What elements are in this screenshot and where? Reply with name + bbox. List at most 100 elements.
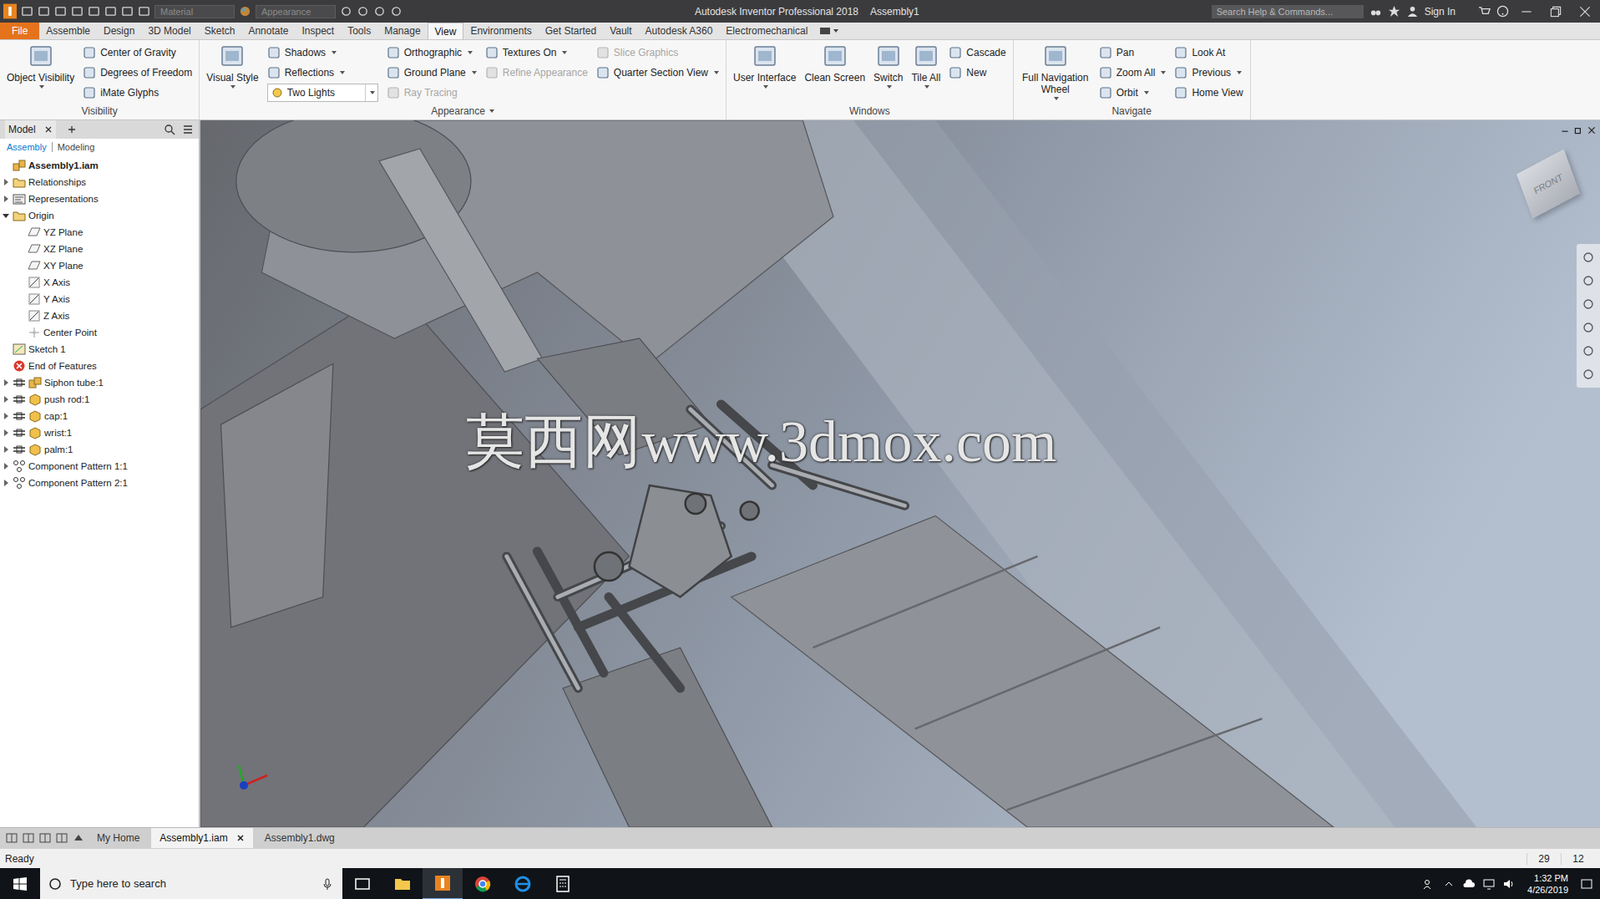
small-button[interactable]: Slice Graphics — [596, 43, 719, 62]
microphone-icon[interactable] — [320, 876, 335, 891]
small-button[interactable]: Center of Gravity — [82, 43, 193, 62]
tree-item[interactable]: Component Pattern 2:1 — [0, 474, 199, 492]
notifications-icon[interactable] — [1579, 876, 1594, 891]
chrome-icon[interactable] — [462, 868, 503, 899]
task-view-icon[interactable] — [342, 868, 383, 899]
appearance-field[interactable]: Appearance — [255, 5, 336, 19]
group-label[interactable]: Visibility — [6, 103, 193, 120]
expander[interactable] — [1, 213, 11, 218]
sign-in[interactable]: Sign In — [1424, 5, 1456, 18]
toolbar-icon[interactable] — [87, 5, 101, 18]
ribbon-tab[interactable]: Autodesk A360 — [638, 22, 720, 40]
ribbon-tab[interactable]: Sketch — [197, 22, 243, 40]
group-label[interactable]: Navigate — [1020, 103, 1244, 120]
nav-tool-icon[interactable] — [1581, 320, 1595, 335]
ribbon-tab[interactable]: Inspect — [294, 22, 341, 40]
toolbar-icon[interactable] — [104, 5, 117, 18]
expander-icon[interactable] — [4, 479, 9, 487]
window-layout-icon[interactable] — [5, 830, 19, 845]
small-button[interactable]: Reflections — [267, 63, 379, 82]
small-button[interactable]: Refine Appearance — [485, 63, 588, 82]
small-button[interactable]: Zoom All — [1098, 63, 1167, 82]
ribbon-tab[interactable]: Get Started — [538, 22, 603, 40]
toolbar-icon[interactable] — [70, 5, 84, 18]
tree-item[interactable]: push rod:1 — [0, 390, 199, 408]
cloud-icon[interactable] — [1462, 876, 1476, 891]
expander-icon[interactable] — [4, 379, 9, 386]
restore-icon[interactable] — [1573, 125, 1584, 136]
nav-tool-icon[interactable] — [1581, 367, 1595, 381]
large-button[interactable]: Clean Screen — [804, 43, 866, 104]
large-button[interactable]: Visual Style — [206, 43, 259, 104]
nav-tool-icon[interactable] — [1581, 273, 1595, 288]
windows-start-icon[interactable] — [13, 876, 27, 891]
tree-item[interactable]: Z Axis — [0, 307, 199, 325]
toolbar-icon[interactable] — [373, 5, 386, 18]
toolbar-icon[interactable] — [37, 5, 51, 18]
close-icon[interactable] — [236, 833, 245, 842]
large-button[interactable]: Full Navigation Wheel — [1020, 43, 1091, 104]
small-button[interactable]: New — [948, 63, 1006, 82]
tree-item[interactable]: End of Features — [0, 357, 199, 375]
material-field[interactable]: Material — [154, 5, 235, 19]
small-button[interactable]: Ground Plane — [386, 63, 477, 82]
add-tab-icon[interactable] — [67, 125, 76, 134]
help-icon[interactable] — [1496, 5, 1509, 18]
expander[interactable] — [1, 445, 11, 453]
tree-item[interactable]: Sketch 1 — [0, 340, 199, 358]
large-button[interactable]: Switch — [873, 43, 903, 104]
binoculars-icon[interactable] — [1369, 5, 1383, 18]
browser-mode[interactable]: Assembly — [6, 141, 52, 152]
small-button[interactable]: Textures On — [485, 43, 588, 62]
expander-icon[interactable] — [4, 462, 9, 470]
small-button[interactable]: Home View — [1174, 83, 1243, 102]
tree-item[interactable]: Center Point — [0, 324, 199, 341]
expander[interactable] — [1, 462, 11, 470]
taskbar-search[interactable]: Type here to search — [40, 867, 343, 899]
ribbon-tab[interactable]: Design — [96, 22, 142, 40]
window-layout-icon[interactable] — [38, 830, 52, 845]
tree-item[interactable]: palm:1 — [0, 440, 199, 458]
toolbar-icon[interactable] — [54, 5, 67, 18]
expander-icon[interactable] — [4, 195, 9, 203]
expander-icon[interactable] — [4, 412, 9, 420]
tree-item[interactable]: Siphon tube:1 — [0, 374, 199, 391]
small-button[interactable]: Orbit — [1098, 83, 1167, 102]
tree-item[interactable]: cap:1 — [0, 407, 199, 425]
tree-item[interactable]: wrist:1 — [0, 424, 199, 441]
search-icon[interactable] — [163, 123, 176, 136]
ribbon-tab[interactable]: Annotate — [241, 22, 295, 40]
expander[interactable] — [1, 178, 11, 186]
window-layout-icon[interactable] — [21, 830, 36, 845]
large-button[interactable]: User Interface — [733, 43, 796, 104]
menu-icon[interactable] — [182, 123, 194, 136]
file-explorer-icon[interactable] — [382, 868, 423, 899]
close-icon[interactable] — [44, 125, 53, 134]
document-tab[interactable]: Assembly1.iam — [151, 827, 253, 848]
people-icon[interactable] — [1422, 876, 1436, 891]
expander[interactable] — [1, 395, 11, 403]
toolbar-icon[interactable] — [20, 5, 34, 18]
small-button[interactable]: Cascade — [948, 43, 1006, 62]
expander-icon[interactable] — [2, 213, 10, 218]
small-button[interactable]: Quarter Section View — [596, 63, 719, 82]
browser-tab[interactable]: Model — [5, 120, 56, 139]
tree-item[interactable]: Component Pattern 1:1 — [0, 457, 199, 475]
inventor-app-icon[interactable] — [422, 867, 463, 899]
ribbon-tab[interactable]: Environments — [463, 22, 538, 40]
close-icon[interactable] — [1586, 125, 1597, 136]
tree-item[interactable]: Assembly1.iam — [0, 156, 199, 174]
ribbon-tab[interactable]: 3D Model — [141, 22, 198, 40]
view-cube-face[interactable]: FRONT — [1532, 171, 1565, 196]
lighting-select[interactable]: Two Lights — [267, 83, 379, 102]
cart-icon[interactable] — [1478, 5, 1491, 18]
expander[interactable] — [1, 379, 11, 386]
toolbar-icon[interactable] — [121, 5, 134, 18]
tab-list-icon[interactable] — [71, 830, 86, 845]
ribbon-tab[interactable]: View — [427, 22, 465, 40]
restore-icon[interactable] — [1544, 4, 1568, 20]
internet-explorer-icon[interactable] — [502, 868, 543, 899]
nav-tool-icon[interactable] — [1581, 344, 1595, 358]
ribbon-tab[interactable]: Electromechanical — [718, 22, 815, 40]
small-button[interactable]: Look At — [1174, 43, 1243, 62]
